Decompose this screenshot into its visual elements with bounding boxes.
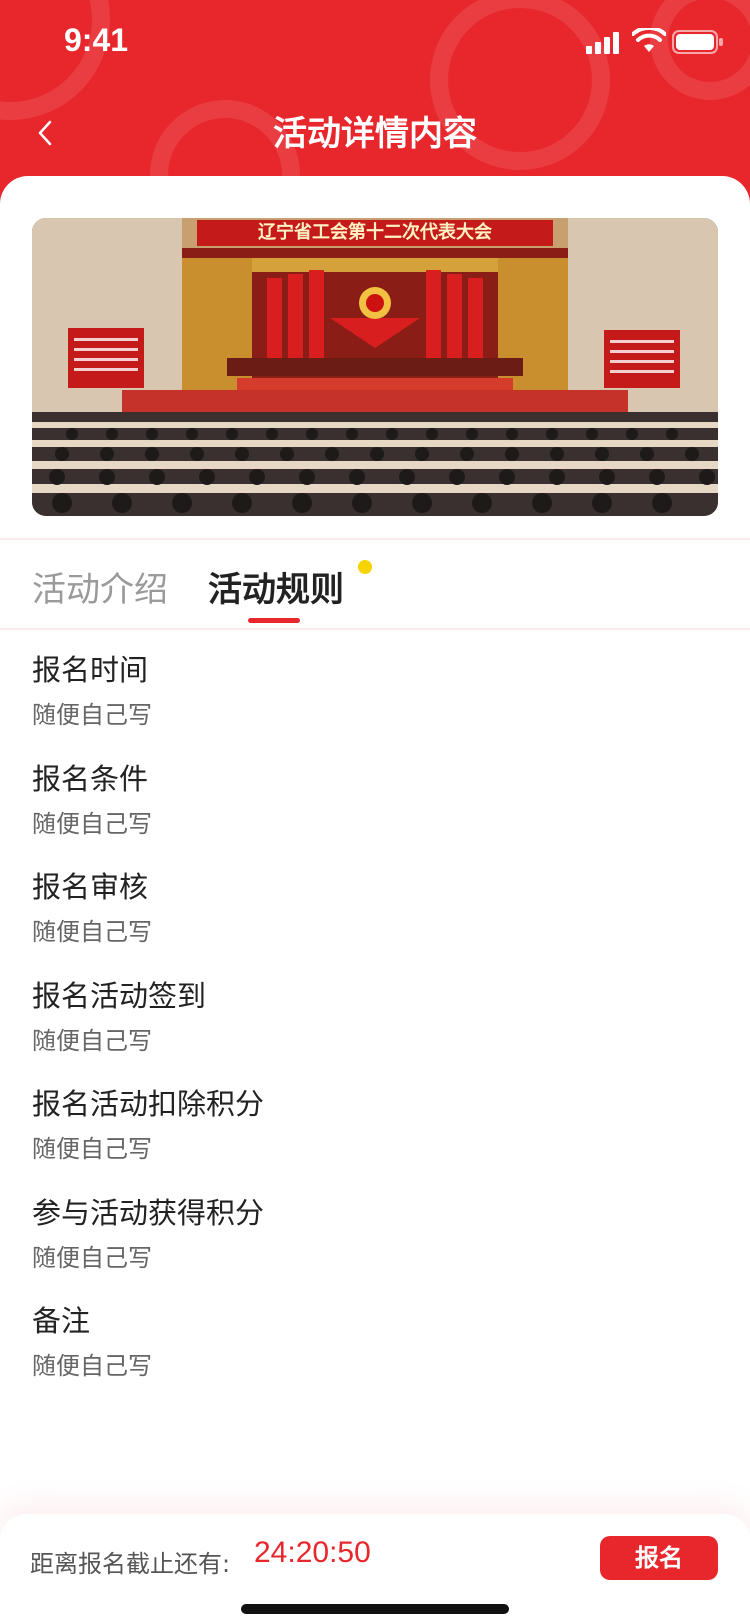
cellular-signal-icon (586, 32, 619, 54)
notification-dot (358, 560, 372, 574)
wifi-icon (632, 28, 666, 52)
list-item: 报名条件 随便自己写 (32, 753, 718, 862)
rule-description: 随便自己写 (32, 1135, 152, 1163)
list-item: 参与活动获得积分 随便自己写 (32, 1187, 718, 1296)
conference-hall-illustration (32, 218, 718, 516)
rule-description: 随便自己写 (32, 918, 152, 946)
rules-list: 报名时间 随便自己写 报名条件 随便自己写 报名审核 随便自己写 报名活动签到 … (32, 644, 718, 1404)
rule-description: 随便自己写 (32, 1352, 152, 1380)
deadline-label: 距离报名截止还有: (30, 1550, 231, 1578)
rule-title: 报名活动扣除积分 (32, 1087, 265, 1121)
nav-bar: 活动详情内容 (0, 88, 750, 178)
rule-title: 备注 (32, 1304, 91, 1338)
rule-title: 报名审核 (32, 870, 149, 904)
list-item: 报名时间 随便自己写 (32, 644, 718, 753)
activity-banner-image: 辽宁省工会第十二次代表大会 (32, 218, 718, 516)
page-title: 活动详情内容 (273, 114, 477, 154)
home-indicator (241, 1604, 509, 1614)
status-time: 9:41 (64, 22, 129, 58)
tab-activity-rules[interactable]: 活动规则 (208, 562, 344, 611)
list-item: 报名审核 随便自己写 (32, 861, 718, 970)
tab-bar: 活动介绍 活动规则 (0, 538, 750, 630)
active-tab-indicator (248, 618, 300, 623)
status-bar: 9:41 (0, 0, 750, 88)
rule-description: 随便自己写 (32, 701, 152, 729)
rule-title: 报名活动签到 (32, 978, 207, 1013)
rule-title: 报名条件 (32, 761, 149, 796)
rule-description: 随便自己写 (32, 809, 152, 838)
battery-icon (672, 30, 723, 54)
rule-title: 报名时间 (32, 653, 149, 687)
list-item: 报名活动签到 随便自己写 (32, 970, 718, 1079)
content-card: 辽宁省工会第十二次代表大会 活动介绍 活动规则 报名时间 随便自己写 报名条件 … (0, 176, 750, 1624)
signup-button[interactable]: 报名 (600, 1536, 718, 1580)
list-item: 报名活动扣除积分 随便自己写 (32, 1078, 718, 1187)
rule-description: 随便自己写 (32, 1243, 152, 1272)
banner-caption: 辽宁省工会第十二次代表大会 (258, 222, 492, 243)
tab-activity-intro[interactable]: 活动介绍 (32, 562, 168, 611)
app-screen: 9:41 活动详情内容 辽宁省工会第十二次代表大会 活动介绍 活动规则 报名时间… (0, 0, 750, 1624)
countdown-timer: 24:20:50 (254, 1536, 371, 1569)
rule-description: 随便自己写 (32, 1026, 152, 1055)
list-item: 备注 随便自己写 (32, 1295, 718, 1404)
rule-title: 参与活动获得积分 (32, 1195, 265, 1230)
